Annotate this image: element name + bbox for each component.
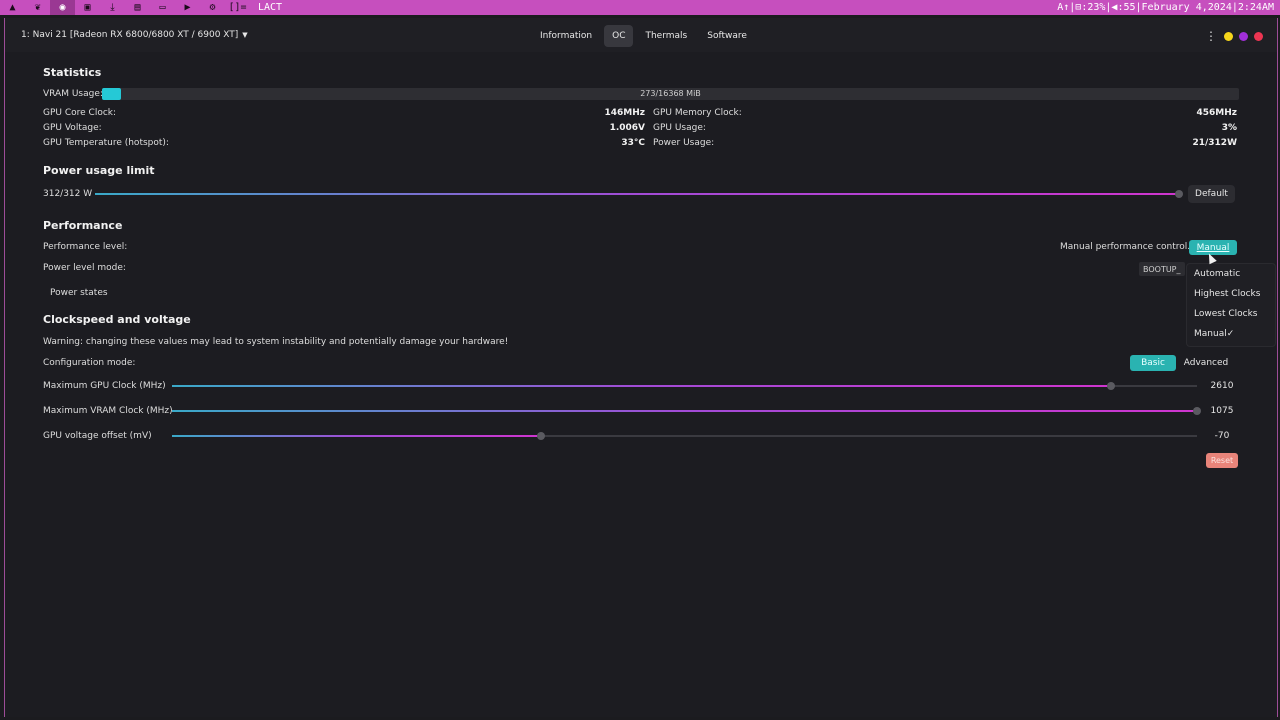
- option-highest-clocks[interactable]: Highest Clocks: [1194, 289, 1260, 299]
- power-limit-value: 312/312 W: [43, 189, 93, 199]
- header-bar: 1: Navi 21 [Radeon RX 6800/6800 XT / 690…: [5, 18, 1277, 52]
- download-icon[interactable]: ⤓: [100, 0, 125, 15]
- power-limit-slider[interactable]: [95, 190, 1183, 198]
- power-usage-value: 21/312W: [1192, 138, 1237, 148]
- tab-software[interactable]: Software: [699, 25, 755, 47]
- chevron-down-icon: ▼: [242, 31, 248, 39]
- video-icon[interactable]: ▶: [175, 0, 200, 15]
- gpu-selector[interactable]: 1: Navi 21 [Radeon RX 6800/6800 XT / 690…: [21, 30, 248, 40]
- power-level-mode-label: Power level mode:: [43, 263, 126, 273]
- temperature-value: 33°C: [621, 138, 645, 148]
- minimize-icon[interactable]: [1224, 32, 1233, 41]
- core-clock-value: 146MHz: [604, 108, 645, 118]
- performance-heading: Performance: [43, 219, 123, 232]
- performance-level-value: Manual: [1196, 242, 1230, 253]
- max-vram-clock-fill: [172, 410, 1197, 412]
- gpu-usage-label: GPU Usage:: [653, 123, 706, 133]
- basic-mode-button[interactable]: Basic: [1130, 355, 1176, 371]
- option-manual-label: Manual: [1194, 329, 1227, 339]
- panel-window-title: LACT: [258, 2, 283, 13]
- max-gpu-clock-label: Maximum GPU Clock (MHz): [43, 381, 166, 391]
- voltage-offset-slider[interactable]: [172, 432, 1197, 440]
- voltage-offset-handle[interactable]: [537, 432, 545, 440]
- core-clock-label: GPU Core Clock:: [43, 108, 117, 118]
- gpu-usage-value: 3%: [1221, 123, 1237, 133]
- settings-icon[interactable]: ⚙: [200, 0, 225, 15]
- reset-button[interactable]: Reset: [1206, 453, 1238, 468]
- vram-usage-text: 273/16368 MiB: [640, 89, 701, 98]
- maximize-icon[interactable]: [1239, 32, 1248, 41]
- terminal-icon[interactable]: ▣: [75, 0, 100, 15]
- gpu-selector-label: 1: Navi 21 [Radeon RX 6800/6800 XT / 690…: [21, 30, 239, 40]
- panel-status: A↑|⊟:23%|◀:55|February 4,2024|2:24AM: [1057, 2, 1274, 13]
- voltage-offset-label: GPU voltage offset (mV): [43, 431, 152, 441]
- option-automatic[interactable]: Automatic: [1194, 269, 1240, 279]
- voltage-value: 1.006V: [609, 123, 645, 133]
- default-button[interactable]: Default: [1188, 185, 1235, 203]
- tab-thermals[interactable]: Thermals: [637, 25, 695, 47]
- menu-icon[interactable]: ⋮: [1205, 28, 1217, 44]
- clockspeed-heading: Clockspeed and voltage: [43, 313, 191, 326]
- layout-icon[interactable]: []=: [225, 0, 250, 15]
- max-gpu-clock-handle[interactable]: [1106, 382, 1115, 390]
- clockspeed-warning: Warning: changing these values may lead …: [43, 337, 509, 347]
- arch-icon[interactable]: ▲: [0, 0, 25, 15]
- option-manual[interactable]: Manual✓: [1194, 329, 1234, 339]
- power-states-expander[interactable]: Power states: [50, 288, 108, 298]
- manual-control-label: Manual performance control.: [1060, 242, 1191, 252]
- temperature-label: GPU Temperature (hotspot):: [43, 138, 169, 148]
- statistics-heading: Statistics: [43, 66, 102, 79]
- voltage-label: GPU Voltage:: [43, 123, 102, 133]
- memory-clock-label: GPU Memory Clock:: [653, 108, 742, 118]
- max-gpu-clock-slider[interactable]: [172, 382, 1197, 390]
- option-lowest-clocks[interactable]: Lowest Clocks: [1194, 309, 1257, 319]
- close-icon[interactable]: [1254, 32, 1263, 41]
- advanced-mode-button[interactable]: Advanced: [1180, 355, 1232, 371]
- power-level-mode-select[interactable]: BOOTUP_: [1139, 262, 1185, 276]
- leaf-icon[interactable]: ❦: [25, 0, 50, 15]
- power-limit-handle[interactable]: [1175, 190, 1183, 198]
- max-vram-clock-slider[interactable]: [172, 407, 1201, 415]
- power-limit-heading: Power usage limit: [43, 164, 155, 177]
- tab-information[interactable]: Information: [532, 25, 600, 47]
- max-vram-clock-handle[interactable]: [1193, 407, 1201, 415]
- performance-level-popover: Automatic Highest Clocks Lowest Clocks M…: [1186, 263, 1276, 347]
- max-vram-clock-label: Maximum VRAM Clock (MHz): [43, 406, 173, 416]
- configuration-mode-label: Configuration mode:: [43, 358, 136, 368]
- vram-usage-bar: 273/16368 MiB: [102, 88, 1239, 100]
- firefox-icon[interactable]: ◉: [50, 0, 75, 15]
- vram-label: VRAM Usage:: [43, 89, 103, 99]
- voltage-offset-fill: [172, 435, 541, 437]
- checkmark-icon: ✓: [1226, 329, 1235, 339]
- performance-level-label: Performance level:: [43, 242, 128, 252]
- power-usage-label: Power Usage:: [653, 138, 715, 148]
- lact-window: 1: Navi 21 [Radeon RX 6800/6800 XT / 690…: [4, 18, 1278, 717]
- tab-oc[interactable]: OC: [604, 25, 634, 47]
- max-gpu-clock-fill: [172, 385, 1111, 387]
- voltage-offset-entry[interactable]: -70: [1203, 431, 1241, 441]
- file-icon[interactable]: ▤: [125, 0, 150, 15]
- top-panel: ▲ ❦ ◉ ▣ ⤓ ▤ ▭ ▶ ⚙ []= LACT A↑|⊟:23%|◀:55…: [0, 0, 1280, 15]
- max-gpu-clock-entry[interactable]: 2610: [1203, 381, 1241, 391]
- max-vram-clock-entry[interactable]: 1075: [1203, 406, 1241, 416]
- folder-icon[interactable]: ▭: [150, 0, 175, 15]
- tab-bar: Information OC Thermals Software: [532, 25, 755, 47]
- power-limit-fill: [95, 193, 1179, 195]
- panel-left: ▲ ❦ ◉ ▣ ⤓ ▤ ▭ ▶ ⚙ []= LACT: [0, 0, 282, 15]
- memory-clock-value: 456MHz: [1196, 108, 1237, 118]
